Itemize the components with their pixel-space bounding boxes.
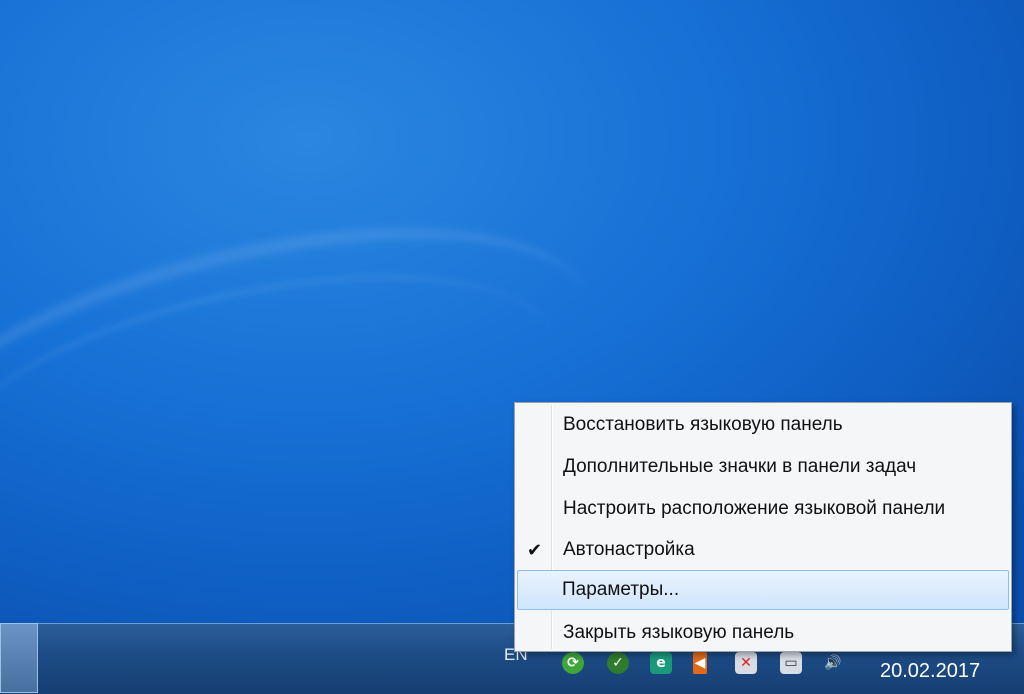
menu-item-label: Настроить расположение языковой панели <box>563 498 946 519</box>
menu-item-settings[interactable]: Параметры... <box>517 570 1009 610</box>
menu-item-customize-location[interactable]: Настроить расположение языковой панели <box>517 489 1009 529</box>
menu-item-restore-language-bar[interactable]: Восстановить языковую панель <box>517 405 1009 445</box>
menu-item-label: Восстановить языковую панель <box>563 414 843 435</box>
volume-icon[interactable]: 🔊 <box>822 652 844 674</box>
menu-item-label: Автонастройка <box>563 539 695 560</box>
clock-date[interactable]: 20.02.2017 <box>880 660 980 683</box>
shield-check-icon[interactable]: ✓ <box>607 652 629 674</box>
menu-item-label: Параметры... <box>562 579 680 600</box>
refresh-icon[interactable]: ⟳ <box>562 652 584 674</box>
menu-item-label: Дополнительные значки в панели задач <box>563 456 917 477</box>
e-icon[interactable]: e <box>650 652 672 674</box>
display-icon[interactable]: ▭ <box>780 652 802 674</box>
menu-item-close-language-bar[interactable]: Закрыть языковую панель <box>517 613 1009 653</box>
taskbar-button[interactable] <box>0 623 38 693</box>
network-x-icon[interactable]: ✕ <box>735 652 757 674</box>
menu-item-label: Закрыть языковую панель <box>563 622 795 643</box>
speaker-icon[interactable]: ◀ <box>693 652 707 674</box>
checkmark-icon: ✔ <box>527 539 543 561</box>
menu-item-additional-icons[interactable]: Дополнительные значки в панели задач <box>517 447 1009 487</box>
language-bar-context-menu: Восстановить языковую панель Дополнитель… <box>514 402 1012 652</box>
menu-item-autoconfig[interactable]: ✔ Автонастройка <box>517 530 1009 570</box>
